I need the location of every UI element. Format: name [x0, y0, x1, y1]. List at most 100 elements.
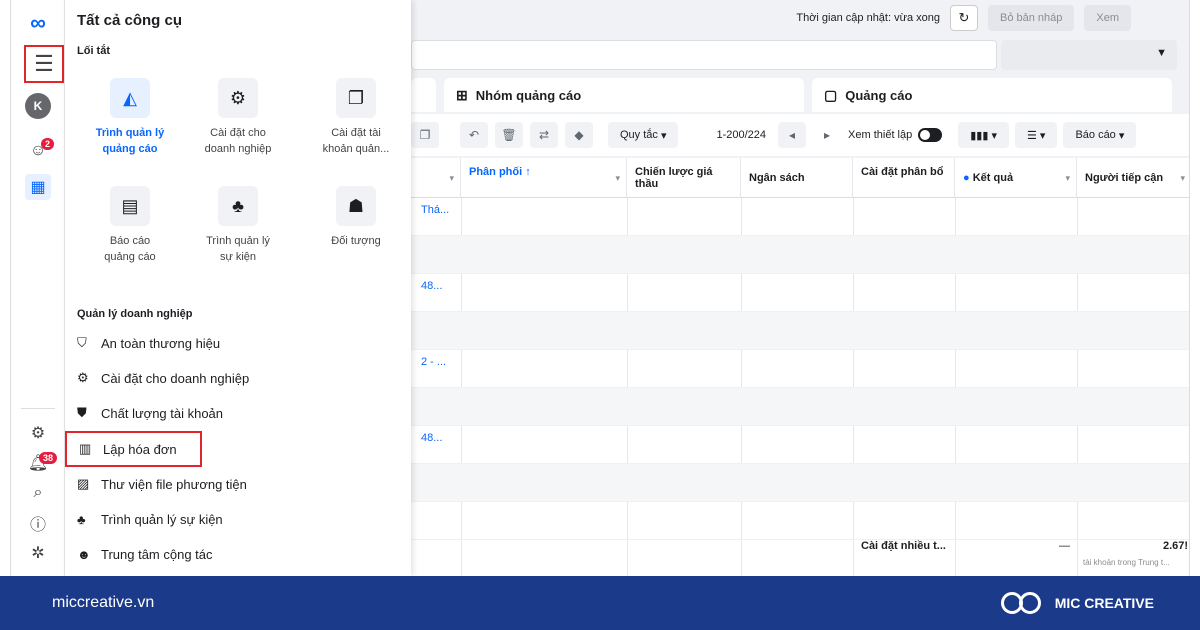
shortcut-label: Trình quản lý: [206, 235, 270, 247]
gear-icon: ⚙: [77, 370, 89, 385]
footer-reach-note: tài khoản trong Trung t...: [1083, 558, 1170, 567]
delete-icon[interactable]: 🗑︎: [495, 122, 523, 148]
footer-reach-value: 2.67!: [1163, 540, 1189, 552]
table-row[interactable]: [411, 236, 1189, 274]
avatar[interactable]: K: [25, 93, 51, 119]
menu-item-billing[interactable]: ▥ Lập hóa đơn: [65, 431, 202, 467]
brand-logo: MIC CREATIVE: [1000, 590, 1154, 616]
drawer-title: Tất cả công cụ: [77, 12, 183, 29]
shortcut-ads-manager[interactable]: ◭ Trình quản lý quảng cáo: [75, 78, 185, 157]
view-setup-label: Xem thiết lập: [848, 129, 913, 141]
menu-item-label: Cài đặt cho doanh nghiệp: [101, 370, 250, 386]
account-dropdown[interactable]: ▼: [1001, 40, 1177, 70]
shortcut-business-settings[interactable]: ⚙ Cài đặt cho doanh nghiệp: [183, 78, 293, 157]
events-icon: ♣: [218, 186, 258, 226]
table-row[interactable]: [411, 388, 1189, 426]
tag-icon[interactable]: ◆: [565, 122, 593, 148]
shield-icon: ⛉: [77, 335, 87, 350]
bug-icon[interactable]: ✲: [25, 540, 51, 566]
menu-item-brand-safety[interactable]: ⛉ An toàn thương hiệu: [77, 328, 397, 358]
header-label: Chiến lược giá thầu: [635, 166, 713, 190]
row-name: 48...: [421, 432, 443, 444]
shortcut-audiences[interactable]: ☗ Đối tượng: [301, 186, 411, 249]
column-header-attribution[interactable]: Cài đặt phân bổ: [853, 158, 955, 198]
table-row[interactable]: [411, 312, 1189, 350]
footer-attribution: Cài đặt nhiều t...: [861, 540, 946, 552]
site-url[interactable]: miccreative.vn: [52, 594, 154, 612]
adsets-table: ▾ Phân phối ↑ ▾ Chiến lược giá thầu Ngân …: [411, 158, 1189, 576]
header-label: Kết quả: [972, 172, 1014, 184]
view-setup-toggle[interactable]: [918, 128, 943, 142]
header-label: Cài đặt phân bổ: [861, 166, 944, 178]
table-row[interactable]: [411, 502, 1189, 540]
column-header-results[interactable]: ● Kết quả ▾: [955, 158, 1077, 198]
shortcut-account-settings[interactable]: ❐ Cài đặt tài khoản quản...: [301, 78, 411, 157]
columns-icon[interactable]: ▮▮▮ ▾: [958, 122, 1009, 148]
breakdown-icon[interactable]: ☰ ▾: [1014, 122, 1058, 148]
tab-ads[interactable]: ▢ Quảng cáo: [812, 78, 1172, 112]
menu-item-events-manager[interactable]: ♣ Trình quản lý sự kiện: [77, 504, 397, 534]
shortcut-label: quảng cáo: [102, 143, 158, 155]
table-row[interactable]: 48...: [411, 274, 1189, 312]
table-row[interactable]: [411, 464, 1189, 502]
header-label: Người tiếp cận: [1085, 172, 1164, 184]
next-page-icon[interactable]: ▸: [813, 122, 842, 148]
settings-gear-icon[interactable]: ⚙: [25, 420, 51, 446]
media-library-icon: ▨: [77, 476, 90, 491]
column-header-reach[interactable]: Người tiếp cận ▾: [1077, 158, 1189, 198]
discard-draft-button[interactable]: Bỏ bản nháp: [987, 5, 1075, 31]
row-name: Thá...: [421, 204, 450, 216]
menu-item-business-settings[interactable]: ⚙ Cài đặt cho doanh nghiệp: [77, 363, 397, 393]
column-header-budget[interactable]: Ngân sách: [741, 158, 853, 198]
shortcut-ads-reporting[interactable]: ▤ Báo cáo quảng cáo: [75, 186, 185, 265]
search-icon[interactable]: ⌕: [25, 480, 51, 506]
table-row[interactable]: Thá...: [411, 198, 1189, 236]
tab-campaigns[interactable]: [411, 78, 436, 112]
menu-item-label: Thư viện file phương tiện: [101, 476, 247, 492]
info-icon: ●: [963, 172, 970, 184]
prev-page-icon[interactable]: ◂: [778, 122, 807, 148]
shortcut-label: khoản quản...: [322, 143, 390, 155]
shortcut-events-manager[interactable]: ♣ Trình quản lý sự kiện: [183, 186, 293, 265]
shortcut-label: Đối tượng: [331, 235, 381, 247]
reports-dropdown[interactable]: Báo cáo ▾: [1063, 122, 1137, 148]
account-settings-icon: ❐: [336, 78, 376, 118]
menu-hamburger-icon[interactable]: ☰: [24, 45, 64, 83]
help-icon[interactable]: ⓘ: [25, 510, 51, 536]
row-name: 2 - ...: [421, 356, 447, 368]
table-row[interactable]: 2 - ...: [411, 350, 1189, 388]
shortcut-label: Cài đặt cho: [210, 127, 266, 139]
table-row[interactable]: 48...: [411, 426, 1189, 464]
view-button[interactable]: Xem: [1084, 5, 1131, 31]
meta-logo-icon[interactable]: ∞: [25, 10, 51, 36]
refresh-icon[interactable]: ↻: [949, 5, 978, 31]
left-rail: ∞ ☰ 1 K ☺ 2 ▦ ⚙ 🔔︎ 38 ⌕ ⓘ ✲: [11, 0, 75, 576]
menu-item-label: An toàn thương hiệu: [101, 335, 221, 351]
search-input[interactable]: [411, 40, 997, 70]
column-header-bid-strategy[interactable]: Chiến lược giá thầu: [627, 158, 741, 198]
table-toolbar: ❐ ↶ 🗑︎ ⇄ ◆ Quy tắc ▾ 1-200/224 ◂ ▸ Xem t…: [411, 114, 1189, 156]
menu-item-collab-center[interactable]: ☻ Trung tâm cộng tác: [77, 539, 397, 569]
pager-range: 1-200/224: [716, 129, 767, 141]
shortcut-label: sự kiện: [219, 251, 257, 263]
column-header-name[interactable]: ▾: [411, 158, 461, 198]
rail-divider: [21, 408, 55, 409]
shortcut-label: Cài đặt tài: [331, 127, 381, 139]
duplicate-icon[interactable]: ❐: [411, 122, 439, 148]
menu-item-label: Trình quản lý sự kiện: [101, 511, 223, 527]
all-tools-drawer: Tất cả công cụ Lối tắt ◭ Trình quản lý qu…: [65, 0, 411, 576]
table-grid-icon[interactable]: ▦: [25, 174, 51, 200]
ab-test-icon[interactable]: ⇄: [530, 122, 558, 148]
quality-icon: ⛊: [77, 405, 87, 420]
undo-icon[interactable]: ↶: [460, 122, 488, 148]
footer-results: —: [1059, 540, 1070, 552]
shortcut-label: Trình quản lý: [95, 127, 165, 139]
menu-item-media-library[interactable]: ▨ Thư viện file phương tiện: [77, 469, 397, 499]
column-header-delivery[interactable]: Phân phối ↑ ▾: [461, 158, 627, 198]
rules-dropdown[interactable]: Quy tắc ▾: [608, 122, 679, 148]
audience-icon: ☗: [336, 186, 376, 226]
ad-page-icon: ▢: [824, 86, 838, 103]
brand-name: MIC CREATIVE: [1054, 595, 1154, 611]
tab-adsets[interactable]: ⊞ Nhóm quảng cáo: [444, 78, 804, 112]
menu-item-account-quality[interactable]: ⛊ Chất lượng tài khoản: [77, 398, 397, 428]
